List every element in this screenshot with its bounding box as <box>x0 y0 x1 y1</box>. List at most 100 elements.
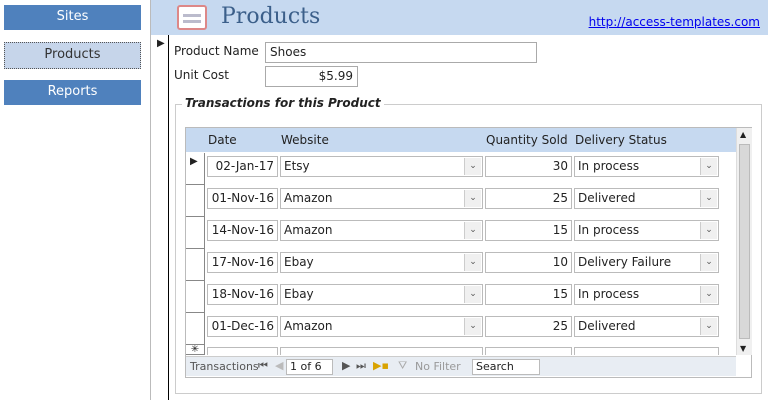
quantity-cell[interactable]: 25 <box>485 188 572 209</box>
status-combo[interactable]: In process ⌄ <box>574 220 719 241</box>
chevron-down-icon[interactable]: ⌄ <box>464 318 481 335</box>
current-row-arrow-icon: ▶ <box>190 156 198 167</box>
new-record-icon[interactable]: ▶▪ <box>373 359 389 372</box>
chevron-down-icon[interactable]: ⌄ <box>700 158 717 175</box>
chevron-down-icon[interactable]: ⌄ <box>700 254 717 271</box>
status-value: Delivered <box>578 191 636 205</box>
row-selector[interactable] <box>186 313 205 345</box>
scroll-down-icon[interactable]: ▼ <box>740 344 746 353</box>
table-row[interactable]: 17-Nov-16 Ebay ⌄ 10 Delivery Failure ⌄ <box>186 249 736 281</box>
new-record-icon: ✳ <box>186 345 205 355</box>
record-navigation-bar: Transactions ⏮ ◀ 1 of 6 ▶ ⏭ ▶▪ ⛛ No Filt… <box>186 356 736 376</box>
new-qty-cell[interactable] <box>485 347 572 355</box>
record-selector-arrow-icon: ▶ <box>157 38 165 49</box>
date-cell[interactable]: 17-Nov-16 <box>207 252 278 273</box>
form-icon <box>177 5 207 30</box>
date-cell[interactable]: 02-Jan-17 <box>207 156 278 177</box>
column-header-website[interactable]: Website <box>281 133 329 147</box>
column-header-row: Date Website Quantity Sold Delivery Stat… <box>186 128 736 152</box>
website-combo[interactable]: Ebay ⌄ <box>280 252 483 273</box>
status-value: Delivery Failure <box>578 255 672 269</box>
chevron-down-icon[interactable]: ⌄ <box>700 318 717 335</box>
row-selector[interactable]: ▶ <box>186 153 205 185</box>
quantity-cell[interactable]: 15 <box>485 220 572 241</box>
chevron-down-icon[interactable]: ⌄ <box>700 286 717 303</box>
transactions-title: Transactions for this Product <box>182 96 384 110</box>
website-value: Ebay <box>284 287 314 301</box>
search-input[interactable]: Search <box>472 359 540 375</box>
status-combo[interactable]: Delivery Failure ⌄ <box>574 252 719 273</box>
sidebar-item-reports[interactable]: Reports <box>4 80 141 105</box>
current-record-field[interactable]: 1 of 6 <box>286 359 333 375</box>
table-row[interactable]: 18-Nov-16 Ebay ⌄ 15 In process ⌄ <box>186 281 736 313</box>
chevron-down-icon[interactable]: ⌄ <box>700 222 717 239</box>
quantity-cell[interactable]: 10 <box>485 252 572 273</box>
quantity-cell[interactable]: 25 <box>485 316 572 337</box>
website-value: Etsy <box>284 159 310 173</box>
date-cell[interactable]: 14-Nov-16 <box>207 220 278 241</box>
status-combo[interactable]: Delivered ⌄ <box>574 316 719 337</box>
website-combo[interactable]: Amazon ⌄ <box>280 220 483 241</box>
last-record-icon[interactable]: ⏭ <box>356 359 366 373</box>
quantity-cell[interactable]: 15 <box>485 284 572 305</box>
website-combo[interactable]: Amazon ⌄ <box>280 188 483 209</box>
website-value: Amazon <box>284 191 333 205</box>
new-record-row[interactable]: ✳ <box>186 345 736 355</box>
sidebar-item-products[interactable]: Products <box>4 42 141 69</box>
chevron-down-icon[interactable]: ⌄ <box>464 254 481 271</box>
scroll-up-icon[interactable]: ▲ <box>740 130 746 139</box>
chevron-down-icon[interactable]: ⌄ <box>464 190 481 207</box>
new-status-cell[interactable] <box>574 347 719 355</box>
unit-cost-label: Unit Cost <box>174 68 229 82</box>
website-value: Amazon <box>284 319 333 333</box>
sidebar-divider <box>150 0 151 400</box>
date-cell[interactable]: 18-Nov-16 <box>207 284 278 305</box>
quantity-cell[interactable]: 30 <box>485 156 572 177</box>
record-selector-border <box>168 35 169 400</box>
website-combo[interactable]: Etsy ⌄ <box>280 156 483 177</box>
status-value: In process <box>578 159 640 173</box>
chevron-down-icon[interactable]: ⌄ <box>464 158 481 175</box>
unit-cost-field[interactable]: $5.99 <box>265 66 358 87</box>
website-link[interactable]: http://access-templates.com <box>589 15 760 29</box>
new-website-cell[interactable] <box>280 347 483 355</box>
scroll-thumb[interactable] <box>739 144 750 339</box>
product-name-field[interactable]: Shoes <box>265 42 537 63</box>
sidebar-item-sites[interactable]: Sites <box>4 5 141 30</box>
nav-label: Transactions <box>190 360 259 373</box>
table-row[interactable]: ▶ 02-Jan-17 Etsy ⌄ 30 In process ⌄ <box>186 153 736 185</box>
row-selector[interactable] <box>186 217 205 249</box>
website-value: Ebay <box>284 255 314 269</box>
next-record-icon[interactable]: ▶ <box>342 359 350 372</box>
table-row[interactable]: 14-Nov-16 Amazon ⌄ 15 In process ⌄ <box>186 217 736 249</box>
status-value: Delivered <box>578 319 636 333</box>
vertical-scrollbar[interactable]: ▲ ▼ <box>736 128 752 355</box>
previous-record-icon[interactable]: ◀ <box>275 359 283 372</box>
column-header-status[interactable]: Delivery Status <box>575 133 667 147</box>
status-value: In process <box>578 223 640 237</box>
status-value: In process <box>578 287 640 301</box>
status-combo[interactable]: Delivered ⌄ <box>574 188 719 209</box>
website-combo[interactable]: Ebay ⌄ <box>280 284 483 305</box>
row-selector[interactable] <box>186 249 205 281</box>
chevron-down-icon[interactable]: ⌄ <box>464 286 481 303</box>
row-selector[interactable] <box>186 185 205 217</box>
table-row[interactable]: 01-Dec-16 Amazon ⌄ 25 Delivered ⌄ <box>186 313 736 345</box>
column-header-quantity[interactable]: Quantity Sold <box>486 133 568 147</box>
table-row[interactable]: 01-Nov-16 Amazon ⌄ 25 Delivered ⌄ <box>186 185 736 217</box>
website-value: Amazon <box>284 223 333 237</box>
first-record-icon[interactable]: ⏮ <box>258 359 268 373</box>
filter-icon: ⛛ <box>398 359 408 372</box>
status-combo[interactable]: In process ⌄ <box>574 284 719 305</box>
website-combo[interactable]: Amazon ⌄ <box>280 316 483 337</box>
date-cell[interactable]: 01-Dec-16 <box>207 316 278 337</box>
no-filter-button[interactable]: No Filter <box>415 360 461 373</box>
page-title: Products <box>221 4 321 29</box>
status-combo[interactable]: In process ⌄ <box>574 156 719 177</box>
new-date-cell[interactable] <box>207 347 278 355</box>
column-header-date[interactable]: Date <box>208 133 237 147</box>
row-selector[interactable] <box>186 281 205 313</box>
chevron-down-icon[interactable]: ⌄ <box>700 190 717 207</box>
chevron-down-icon[interactable]: ⌄ <box>464 222 481 239</box>
date-cell[interactable]: 01-Nov-16 <box>207 188 278 209</box>
